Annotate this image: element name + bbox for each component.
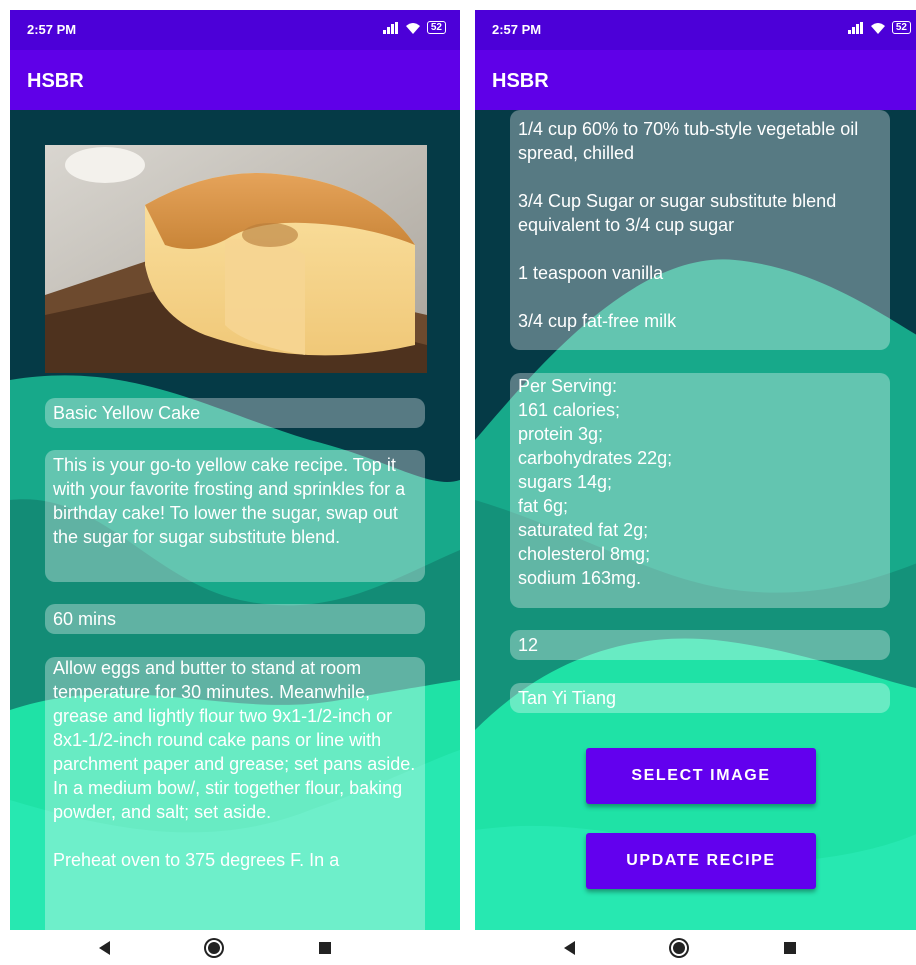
status-time: 2:57 PM	[492, 22, 542, 37]
status-icons: 52	[382, 21, 446, 34]
author-field[interactable]: Tan Yi Tiang	[510, 683, 890, 713]
recent-apps-icon[interactable]	[783, 941, 796, 954]
left-navigation-bar	[50, 930, 380, 965]
app-title: HSBR	[492, 70, 549, 92]
recipe-form[interactable]: Basic Yellow Cake This is your go-to yel…	[10, 110, 460, 930]
cake-photo	[45, 145, 427, 373]
status-bar: 2:57 PM 52	[475, 10, 916, 50]
app-bar: HSBR	[475, 50, 916, 110]
left-screen: 2:57 PM 52 HSBR Basic Yellow Cake This i…	[10, 10, 460, 930]
servings-field[interactable]: 12	[510, 630, 890, 660]
status-icons: 52	[847, 21, 911, 34]
back-icon[interactable]	[99, 940, 111, 955]
battery-icon: 52	[891, 21, 911, 34]
wifi-icon	[870, 22, 885, 34]
update-recipe-button[interactable]: UPDATE RECIPE	[586, 833, 816, 889]
recipe-name-field[interactable]: Basic Yellow Cake	[45, 398, 425, 428]
app-bar: HSBR	[10, 50, 460, 110]
recent-apps-icon[interactable]	[318, 941, 331, 954]
right-navigation-bar	[515, 930, 845, 965]
wifi-icon	[405, 22, 420, 34]
home-icon[interactable]	[673, 941, 686, 954]
recipe-description-field[interactable]: This is your go-to yellow cake recipe. T…	[45, 450, 425, 582]
home-icon[interactable]	[208, 941, 221, 954]
nutrition-field[interactable]: Per Serving: 161 calories; protein 3g; c…	[510, 373, 890, 608]
recipe-duration-field[interactable]: 60 mins	[45, 604, 425, 634]
signal-icon	[382, 21, 398, 34]
signal-icon	[847, 21, 863, 34]
status-bar: 2:57 PM 52	[10, 10, 460, 50]
select-image-button[interactable]: SELECT IMAGE	[586, 748, 816, 804]
ingredients-field[interactable]: 1/4 cup 60% to 70% tub-style vegetable o…	[510, 110, 890, 350]
battery-icon: 52	[426, 21, 446, 34]
back-icon[interactable]	[564, 940, 576, 955]
right-screen: 2:57 PM 52 HSBR 1/4 cup 60% to 70% tub-s…	[475, 10, 916, 930]
recipe-instructions-field[interactable]: Allow eggs and butter to stand at room t…	[45, 657, 425, 930]
recipe-form[interactable]: 1/4 cup 60% to 70% tub-style vegetable o…	[475, 110, 916, 930]
recipe-image[interactable]	[45, 145, 427, 373]
app-title: HSBR	[27, 70, 84, 92]
status-time: 2:57 PM	[27, 22, 77, 37]
